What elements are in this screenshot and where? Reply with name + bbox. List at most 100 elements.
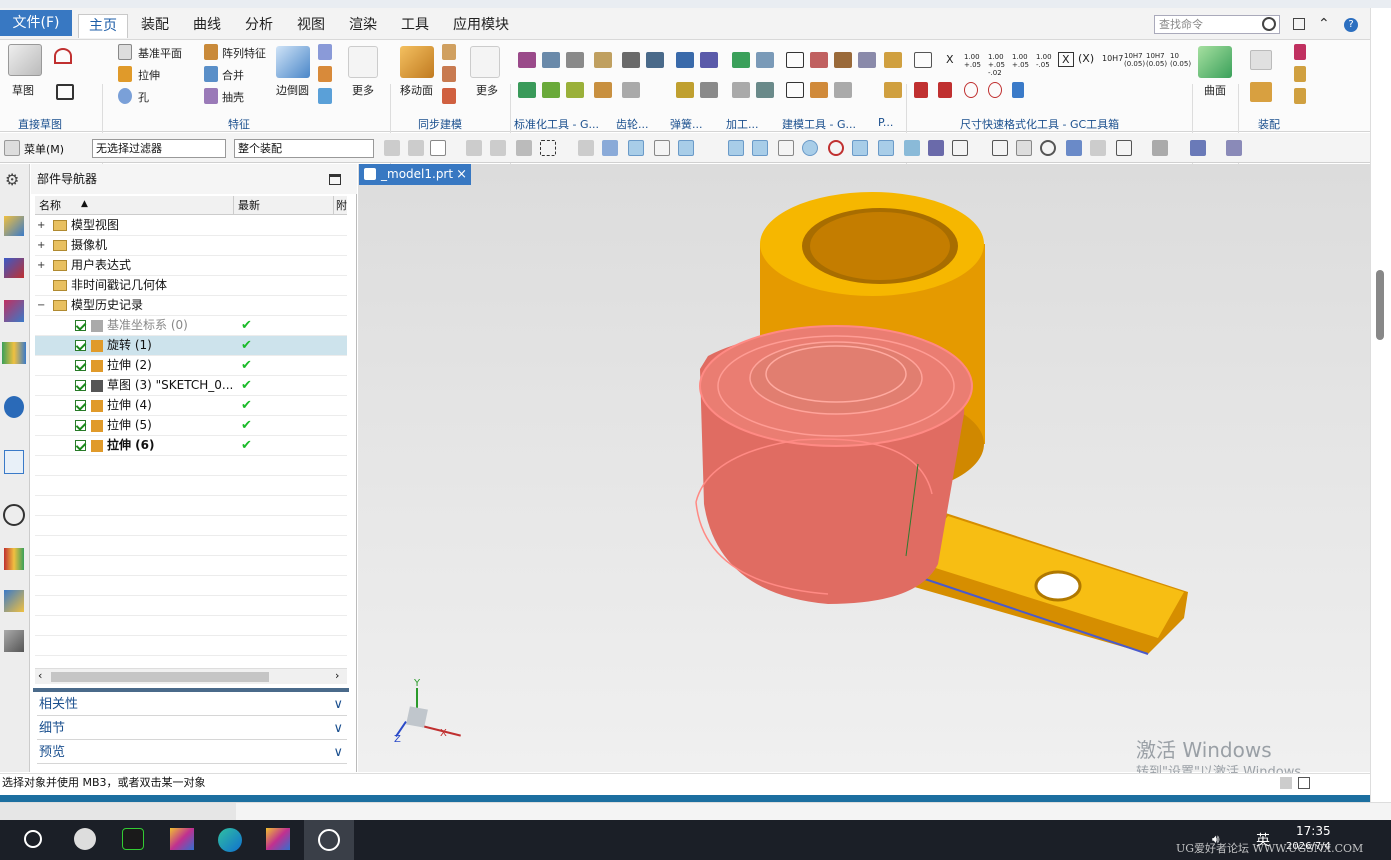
part-navigator-icon[interactable]	[4, 300, 24, 322]
tree-row[interactable]: ✔ 旋转 (1)	[35, 336, 347, 356]
visibility-checkbox[interactable]	[75, 380, 86, 391]
window-restore-icon[interactable]	[1293, 18, 1305, 30]
render-style-icon[interactable]	[1152, 140, 1168, 156]
tol-1[interactable]: 1.00 +.05	[964, 53, 986, 69]
tree-row[interactable]: + 模型视图	[35, 216, 347, 236]
unite-icon[interactable]	[204, 66, 218, 82]
taskbar-active-app[interactable]	[304, 820, 354, 860]
tree-row[interactable]: + 摄像机	[35, 236, 347, 256]
tree-row[interactable]: − 模型历史记录	[35, 296, 347, 316]
tol-9[interactable]: 10H7 (0.05)	[1146, 52, 1170, 68]
p-tool-icon[interactable]	[884, 52, 902, 68]
dim-tool-icon[interactable]	[938, 82, 952, 98]
column-latest-header[interactable]: 最新	[233, 196, 333, 215]
more-sync-icon[interactable]	[470, 46, 500, 78]
arc-icon[interactable]	[54, 48, 72, 64]
gear-tool-icon[interactable]	[622, 52, 640, 68]
spring-tool-icon[interactable]	[676, 82, 694, 98]
tol-2[interactable]: 1.00 +.05 -.02	[988, 53, 1010, 77]
sketch-icon[interactable]	[8, 44, 42, 76]
blend-icon[interactable]	[318, 88, 332, 104]
modeling-tool-icon[interactable]	[810, 82, 828, 98]
close-icon[interactable]: ×	[456, 164, 467, 185]
roles-icon[interactable]	[4, 590, 24, 612]
constraint-navigator-icon[interactable]	[4, 258, 24, 278]
taskbar-nx-icon[interactable]	[266, 828, 290, 850]
tab-app[interactable]: 应用模块	[448, 14, 514, 38]
view-icon[interactable]	[904, 140, 920, 156]
std-tool-icon[interactable]	[542, 52, 560, 68]
process-tool-icon[interactable]	[732, 82, 750, 98]
box-select-icon[interactable]	[540, 140, 556, 156]
tree-row[interactable]: ✔ 拉伸 (4)	[35, 396, 347, 416]
process-tool-icon[interactable]	[756, 52, 774, 68]
graphics-window[interactable]: Y X Z 激活 Windows 转到"设置"以激活 Windows。	[358, 164, 1370, 780]
delete-face-icon[interactable]	[442, 88, 456, 104]
hole-label[interactable]: 孔	[138, 89, 149, 105]
settings-icon[interactable]: ⚙	[5, 170, 19, 189]
circle-snap-icon[interactable]	[828, 140, 844, 156]
panel-preview[interactable]: 预览 ∨	[37, 742, 347, 764]
spring-tool-icon[interactable]	[676, 52, 694, 68]
process-tool-icon[interactable]	[756, 82, 774, 98]
scroll-thumb[interactable]	[51, 672, 269, 682]
status-icon[interactable]	[1280, 777, 1292, 789]
view-icon[interactable]	[928, 140, 944, 156]
tab-assembly[interactable]: 装配	[134, 14, 176, 38]
assembly-tool-icon[interactable]	[1294, 66, 1306, 82]
shell-label[interactable]: 抽壳	[222, 89, 244, 105]
modeling-tool-icon[interactable]	[834, 82, 852, 98]
menu-icon[interactable]	[4, 140, 20, 156]
dim-tool-icon[interactable]	[964, 82, 978, 98]
column-name-header[interactable]: 名称	[35, 196, 233, 215]
curve-snap-icon[interactable]	[752, 140, 768, 156]
chamfer-icon[interactable]	[318, 44, 332, 60]
modeling-tool-icon[interactable]	[834, 52, 852, 68]
tab-tools[interactable]: 工具	[394, 14, 436, 38]
curve-snap-icon[interactable]	[728, 140, 744, 156]
tab-render[interactable]: 渲染	[342, 14, 384, 38]
more-features-icon[interactable]	[348, 46, 378, 78]
assembly-tool-icon[interactable]	[1250, 82, 1272, 102]
clock-time[interactable]: 17:35	[1296, 824, 1331, 838]
line-snap-icon[interactable]	[654, 140, 670, 156]
tab-curve[interactable]: 曲线	[186, 14, 228, 38]
assembly-tool-icon[interactable]	[1250, 50, 1272, 70]
extrude-label[interactable]: 拉伸	[138, 67, 160, 83]
edge-blend-label[interactable]: 边倒圆	[276, 82, 309, 98]
plus-snap-icon[interactable]	[852, 140, 868, 156]
tol-6[interactable]: (X)	[1078, 52, 1094, 65]
maximize-icon[interactable]	[329, 174, 341, 185]
tol-4[interactable]: 1.00 -.05	[1036, 53, 1058, 69]
offset-face-icon[interactable]	[442, 66, 456, 82]
document-tab[interactable]: _model1.prt ×	[359, 164, 471, 185]
more-sync-label[interactable]: 更多	[476, 82, 498, 98]
taskbar-app-icon[interactable]	[74, 828, 96, 850]
more-features-label[interactable]: 更多	[352, 82, 374, 98]
tree-row[interactable]: ✔ 草图 (3) "SKETCH_0...	[35, 376, 347, 396]
surface-icon[interactable]	[1198, 46, 1232, 78]
move-face-label[interactable]: 移动面	[400, 82, 433, 98]
modeling-tool-icon[interactable]	[858, 52, 876, 68]
dim-tool-icon[interactable]	[914, 82, 928, 98]
horizontal-scrollbar[interactable]: ‹ ›	[35, 668, 347, 684]
tree-row[interactable]: + 用户表达式	[35, 256, 347, 276]
dim-tool-icon[interactable]	[988, 82, 1002, 98]
view-icon[interactable]	[952, 140, 968, 156]
expand-icon[interactable]: +	[37, 216, 45, 235]
visibility-checkbox[interactable]	[75, 320, 86, 331]
reuse-library-icon[interactable]	[2, 342, 26, 364]
rotate-icon[interactable]	[1040, 140, 1056, 156]
unite-label[interactable]: 合并	[222, 67, 244, 83]
lug-plate[interactable]	[904, 504, 1188, 655]
spring-tool-icon[interactable]	[700, 52, 718, 68]
visibility-checkbox[interactable]	[75, 340, 86, 351]
assembly-navigator-icon[interactable]	[4, 216, 24, 236]
std-tool-icon[interactable]	[594, 52, 612, 68]
tab-home[interactable]: 主页	[78, 14, 128, 38]
model-canvas[interactable]	[358, 164, 1370, 772]
assembly-tool-icon[interactable]	[1294, 44, 1306, 60]
pattern-icon[interactable]	[204, 44, 218, 60]
column-extra-header[interactable]: 附	[333, 196, 347, 215]
dim-tool-icon[interactable]	[1012, 82, 1024, 98]
